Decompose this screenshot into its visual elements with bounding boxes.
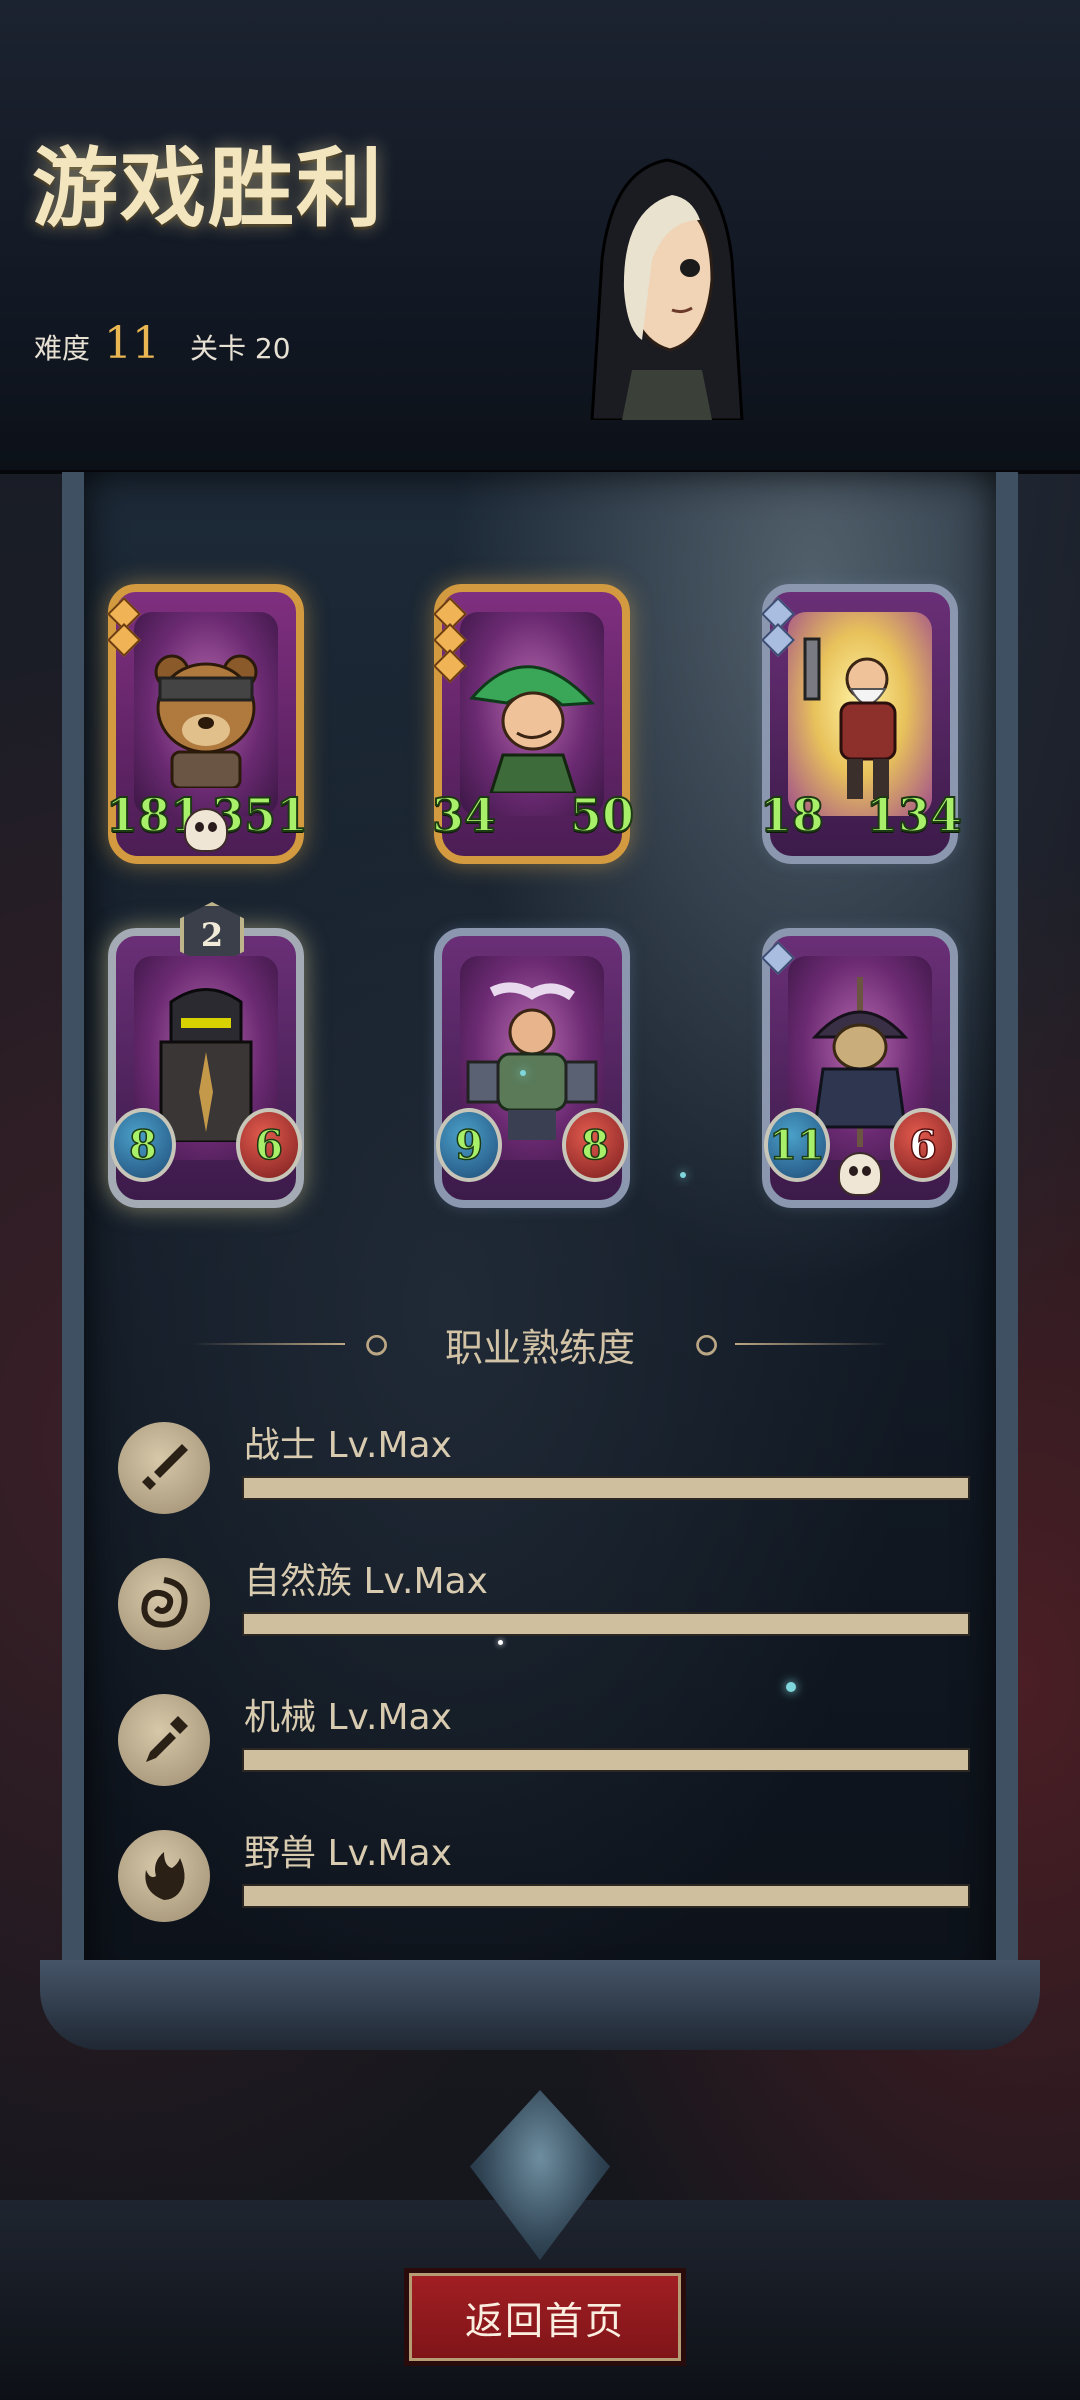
mechanic-figure [803, 637, 897, 800]
health-value: 50 [569, 787, 635, 843]
attack-orb: 9 [436, 1108, 502, 1182]
run-info: 难度 11 关卡 20 [34, 318, 291, 369]
bear-figure [154, 654, 258, 789]
card-art [788, 612, 932, 816]
health-orb: 8 [562, 1108, 628, 1182]
proficiency-fill [244, 1886, 968, 1906]
proficiency-bar [242, 1612, 970, 1636]
health-orb: 6 [236, 1108, 302, 1182]
proficiency-row-beast: 野兽 Lv.Max [118, 1818, 970, 1928]
difficulty-label: 难度 [34, 332, 91, 365]
unit-card-mechanic[interactable]: 18 134 [759, 584, 963, 864]
proficiency-label: 机械 Lv.Max [244, 1697, 452, 1738]
unit-card-scarecrow[interactable]: 11 6 [761, 928, 958, 1208]
skull-icon [184, 808, 228, 852]
proficiency-row-mechanic: 机械 Lv.Max [118, 1682, 970, 1792]
warrior-icon [118, 1422, 210, 1514]
proficiency-bar [242, 1476, 970, 1500]
proficiency-label: 自然族 Lv.Max [244, 1561, 488, 1602]
attack-value: 18 [759, 787, 825, 843]
difficulty-value: 11 [104, 318, 161, 369]
card-art [460, 612, 604, 816]
attack-orb: 8 [110, 1108, 176, 1182]
beast-icon [118, 1830, 210, 1922]
divider-line [192, 1343, 346, 1345]
proficiency-title: 职业熟练度 [445, 1325, 636, 1370]
hero-portrait [590, 158, 744, 420]
card-art [134, 612, 278, 816]
proficiency-label: 野兽 Lv.Max [244, 1833, 452, 1874]
mechanic-icon [118, 1694, 210, 1786]
sparkle [520, 1070, 526, 1076]
nature-icon [118, 1558, 210, 1650]
proficiency-fill [244, 1614, 968, 1634]
unit-card-ranger[interactable]: 34 50 [431, 584, 635, 864]
panel-base [40, 1960, 1040, 2050]
proficiency-header: ഠ 职业熟练度 ഠ [192, 1314, 889, 1374]
skull-icon [838, 1152, 882, 1196]
health-orb: 6 [890, 1108, 956, 1182]
proficiency-label: 战士 Lv.Max [244, 1425, 452, 1466]
attack-orb: 11 [764, 1108, 830, 1182]
stage-label: 关卡 20 [190, 332, 291, 365]
proficiency-fill [244, 1750, 968, 1770]
page-title: 游戏胜利 [32, 139, 384, 239]
sparkle [680, 1172, 686, 1178]
swirl-icon: ഠ [693, 1323, 717, 1364]
proficiency-row-warrior: 战士 Lv.Max [118, 1410, 970, 1520]
header-banner: 游戏胜利 难度 11 关卡 20 [0, 0, 1080, 474]
proficiency-bar [242, 1748, 970, 1772]
return-home-button[interactable]: 返回首页 [404, 2268, 686, 2366]
proficiency-row-nature: 自然族 Lv.Max [118, 1546, 970, 1656]
proficiency-fill [244, 1478, 968, 1498]
health-value: 134 [865, 787, 963, 843]
swirl-icon: ഠ [363, 1323, 387, 1364]
divider-line [735, 1343, 889, 1345]
attack-value: 34 [431, 787, 497, 843]
ranger-figure [469, 665, 596, 794]
unit-card-chef[interactable]: 9 8 [434, 928, 630, 1208]
proficiency-bar [242, 1884, 970, 1908]
unit-card-knight[interactable]: 2 8 6 [108, 902, 304, 1208]
unit-card-bear[interactable]: 181 351 [105, 584, 309, 864]
